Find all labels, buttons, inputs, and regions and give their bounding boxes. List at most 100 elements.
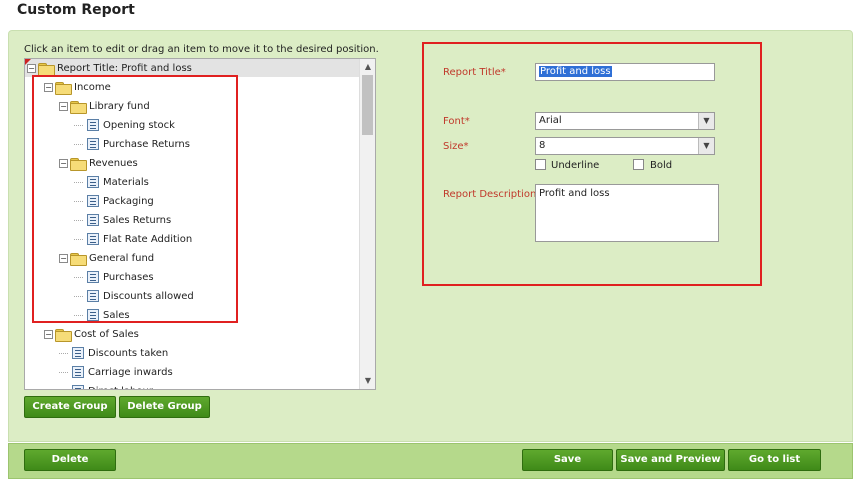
underline-label: Underline bbox=[551, 160, 600, 171]
tree-node-label: Income bbox=[74, 81, 111, 93]
tree-folder-node[interactable]: − Revenues bbox=[59, 154, 138, 172]
folder-icon bbox=[70, 100, 87, 114]
tree-item-node[interactable]: Discounts taken bbox=[59, 344, 168, 362]
scroll-down-arrow-icon[interactable]: ▼ bbox=[360, 373, 375, 389]
delete-button[interactable]: Delete bbox=[24, 449, 116, 471]
footer-bar bbox=[8, 443, 853, 479]
tree-node-label: Opening stock bbox=[103, 119, 175, 131]
tree-node-label: Direct labour bbox=[88, 386, 153, 390]
tree-folder-node[interactable]: − Cost of Sales bbox=[44, 325, 139, 343]
tree-item-node[interactable]: Opening stock bbox=[74, 116, 175, 134]
report-item-icon bbox=[87, 119, 99, 131]
report-item-icon bbox=[87, 214, 99, 226]
tree-node-label: Discounts allowed bbox=[103, 290, 194, 302]
report-item-icon bbox=[72, 366, 84, 378]
collapse-toggle-icon[interactable]: − bbox=[59, 101, 68, 111]
report-title-label: Report Title* bbox=[443, 67, 506, 78]
report-item-icon bbox=[87, 138, 99, 150]
tree-connector bbox=[74, 238, 83, 240]
tree-folder-node[interactable]: − Library fund bbox=[59, 97, 150, 115]
report-item-icon bbox=[87, 271, 99, 283]
report-item-icon bbox=[72, 385, 84, 389]
tree-node-label: Carriage inwards bbox=[88, 366, 173, 378]
folder-icon bbox=[55, 328, 72, 342]
report-description-value: Profit and loss bbox=[539, 188, 610, 199]
tree-connector bbox=[74, 181, 83, 183]
collapse-toggle-icon[interactable]: − bbox=[44, 329, 53, 339]
report-tree[interactable]: − Report Title: Profit and loss − Income −… bbox=[24, 58, 376, 390]
create-group-button[interactable]: Create Group bbox=[24, 396, 116, 418]
folder-icon bbox=[70, 252, 87, 266]
tree-node-label: Purchases bbox=[103, 271, 154, 283]
scroll-thumb[interactable] bbox=[362, 75, 373, 135]
save-button[interactable]: Save bbox=[522, 449, 613, 471]
tree-item-node[interactable]: Flat Rate Addition bbox=[74, 230, 192, 248]
tree-item-node[interactable]: Sales bbox=[74, 306, 130, 324]
tree-connector bbox=[74, 295, 83, 297]
tree-scrollbar[interactable]: ▲ ▼ bbox=[359, 59, 375, 389]
tree-folder-node[interactable]: − General fund bbox=[59, 249, 154, 267]
tree-node-label: General fund bbox=[89, 252, 155, 264]
collapse-toggle-icon[interactable]: − bbox=[44, 82, 53, 92]
report-item-icon bbox=[87, 176, 99, 188]
report-item-icon bbox=[87, 233, 99, 245]
tree-item-node[interactable]: Sales Returns bbox=[74, 211, 171, 229]
report-item-icon bbox=[87, 309, 99, 321]
scroll-up-arrow-icon[interactable]: ▲ bbox=[360, 59, 375, 75]
tree-connector bbox=[74, 124, 83, 126]
tree-item-node[interactable]: Direct labour bbox=[59, 382, 153, 390]
tree-node-label: Cost of Sales bbox=[74, 328, 139, 340]
chevron-down-icon[interactable]: ▼ bbox=[698, 138, 714, 154]
report-description-label: Report Description* bbox=[443, 189, 542, 200]
tree-connector bbox=[74, 276, 83, 278]
tree-instructions: Click an item to edit or drag an item to… bbox=[24, 44, 379, 55]
tree-item-node[interactable]: Materials bbox=[74, 173, 149, 191]
underline-checkbox[interactable] bbox=[535, 159, 546, 170]
tree-connector bbox=[74, 219, 83, 221]
delete-group-button[interactable]: Delete Group bbox=[119, 396, 210, 418]
tree-item-node[interactable]: Discounts allowed bbox=[74, 287, 194, 305]
report-title-value: Profit and loss bbox=[539, 66, 612, 77]
report-item-icon bbox=[87, 195, 99, 207]
tree-node-label: Sales Returns bbox=[103, 214, 172, 226]
tree-root[interactable]: − Report Title: Profit and loss bbox=[27, 59, 192, 77]
report-title-input[interactable]: Profit and loss bbox=[535, 63, 715, 81]
size-label: Size* bbox=[443, 141, 469, 152]
tree-item-node[interactable]: Purchase Returns bbox=[74, 135, 190, 153]
report-item-icon bbox=[87, 290, 99, 302]
folder-icon bbox=[38, 62, 55, 76]
collapse-toggle-icon[interactable]: − bbox=[59, 253, 68, 263]
report-item-icon bbox=[72, 347, 84, 359]
bold-checkbox[interactable] bbox=[633, 159, 644, 170]
size-select[interactable]: 8 ▼ bbox=[535, 137, 715, 155]
font-select[interactable]: Arial ▼ bbox=[535, 112, 715, 130]
tree-node-label: Revenues bbox=[89, 157, 138, 169]
tree-connector bbox=[59, 352, 68, 354]
font-value: Arial bbox=[539, 115, 562, 126]
chevron-down-icon[interactable]: ▼ bbox=[698, 113, 714, 129]
tree-node-label: Discounts taken bbox=[88, 347, 169, 359]
folder-icon bbox=[55, 81, 72, 95]
font-label: Font* bbox=[443, 116, 470, 127]
tree-connector bbox=[74, 200, 83, 202]
tree-node-label: Flat Rate Addition bbox=[103, 233, 193, 245]
go-to-list-button[interactable]: Go to list bbox=[728, 449, 821, 471]
tree-item-node[interactable]: Purchases bbox=[74, 268, 154, 286]
tree-item-node[interactable]: Carriage inwards bbox=[59, 363, 173, 381]
tree-node-label: Materials bbox=[103, 176, 149, 188]
tree-node-label: Purchase Returns bbox=[103, 138, 190, 150]
folder-icon bbox=[70, 157, 87, 171]
report-description-textarea[interactable]: Profit and loss bbox=[535, 184, 719, 242]
tree-root-label: Report Title: Profit and loss bbox=[57, 62, 192, 74]
tree-folder-node[interactable]: − Income bbox=[44, 78, 111, 96]
page-title: Custom Report bbox=[17, 2, 135, 18]
bold-label: Bold bbox=[650, 160, 673, 171]
tree-node-label: Packaging bbox=[103, 195, 154, 207]
tree-item-node[interactable]: Packaging bbox=[74, 192, 154, 210]
tree-connector bbox=[74, 314, 83, 316]
tree-connector bbox=[59, 371, 68, 373]
tree-node-label: Library fund bbox=[89, 100, 150, 112]
collapse-toggle-icon[interactable]: − bbox=[59, 158, 68, 168]
collapse-toggle-icon[interactable]: − bbox=[27, 63, 36, 73]
save-and-preview-button[interactable]: Save and Preview bbox=[616, 449, 725, 471]
